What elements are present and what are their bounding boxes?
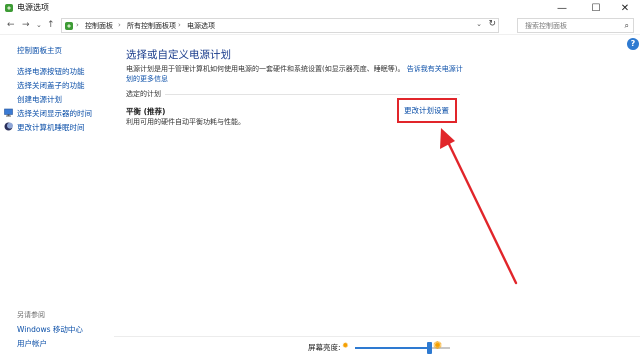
see-also-heading: 另请参阅: [17, 311, 45, 319]
brightness-bar: 屏幕亮度: ✹ ✺: [114, 336, 640, 358]
close-button[interactable]: ✕: [610, 0, 640, 16]
brightness-high-icon: ✺: [433, 339, 443, 352]
breadcrumb-separator: ›: [118, 21, 121, 29]
monitor-icon: [4, 108, 13, 117]
page-description: 电源计划是用于管理计算机如何使用电源的一套硬件和系统设置(如显示器亮度、睡眠等)…: [126, 64, 466, 84]
sidebar-item-lid-close[interactable]: 选择关闭盖子的功能: [17, 80, 85, 91]
forward-icon[interactable]: →: [22, 18, 30, 32]
breadcrumb-all-items[interactable]: 所有控制面板项: [127, 21, 176, 31]
arrow-head: [440, 128, 455, 149]
search-input[interactable]: 搜索控制面板 ⌕: [517, 18, 634, 33]
sidebar-item-sleep-time[interactable]: 更改计算机睡眠时间: [17, 122, 85, 133]
power-options-icon: [5, 4, 13, 12]
sidebar-item-user-accounts[interactable]: 用户帐户: [17, 338, 47, 349]
moon-icon: [4, 122, 13, 131]
title-bar: 电源选项 — ☐ ✕: [0, 0, 640, 16]
breadcrumb-control-panel[interactable]: 控制面板: [85, 21, 113, 31]
plan-description: 利用可用的硬件自动平衡功耗与性能。: [126, 118, 245, 126]
recent-locations-icon[interactable]: ⌄: [36, 18, 42, 32]
plan-name: 平衡 (推荐): [126, 107, 166, 116]
brightness-low-icon: ✹: [342, 341, 349, 350]
window-title: 电源选项: [17, 3, 49, 12]
brightness-label: 屏幕亮度:: [308, 343, 341, 352]
back-icon[interactable]: ←: [7, 18, 15, 32]
up-icon[interactable]: ↑: [47, 18, 55, 32]
sidebar: 控制面板主页 选择电源按钮的功能 选择关闭盖子的功能 创建电源计划 选择关闭显示…: [0, 35, 114, 358]
slider-thumb[interactable]: [427, 342, 432, 354]
breadcrumb-power-options[interactable]: 电源选项: [187, 21, 215, 31]
search-icon[interactable]: ⌕: [625, 21, 629, 31]
sidebar-item-create-plan[interactable]: 创建电源计划: [17, 94, 62, 105]
breadcrumb-separator: ›: [178, 21, 181, 29]
slider-fill: [355, 347, 429, 349]
sidebar-item-mobility-center[interactable]: Windows 移动中心: [17, 324, 83, 335]
refresh-icon[interactable]: ↻: [488, 19, 496, 29]
selected-plan-heading: 选定的计划: [126, 90, 161, 98]
search-placeholder: 搜索控制面板: [525, 22, 567, 30]
address-bar[interactable]: › 控制面板 › 所有控制面板项 › 电源选项 ⌄ ↻: [61, 18, 499, 33]
change-plan-settings-link[interactable]: 更改计划设置: [404, 105, 449, 116]
description-text: 电源计划是用于管理计算机如何使用电源的一套硬件和系统设置(如显示器亮度、睡眠等)…: [126, 65, 405, 73]
chevron-down-icon[interactable]: ⌄: [476, 20, 482, 28]
page-title: 选择或自定义电源计划: [126, 49, 231, 61]
navigation-bar: ← → ⌄ ↑ › 控制面板 › 所有控制面板项 › 电源选项 ⌄ ↻ 搜索控制…: [0, 16, 640, 34]
help-icon[interactable]: ?: [627, 38, 639, 50]
minimize-button[interactable]: —: [547, 0, 577, 16]
maximize-button[interactable]: ☐: [581, 0, 611, 16]
divider: [165, 94, 460, 95]
sidebar-item-display-off-time[interactable]: 选择关闭显示器的时间: [17, 108, 92, 119]
sidebar-item-control-panel-home[interactable]: 控制面板主页: [17, 45, 62, 56]
breadcrumb-separator: ›: [76, 21, 79, 29]
sidebar-item-power-button[interactable]: 选择电源按钮的功能: [17, 66, 85, 77]
control-panel-icon: [65, 22, 73, 30]
